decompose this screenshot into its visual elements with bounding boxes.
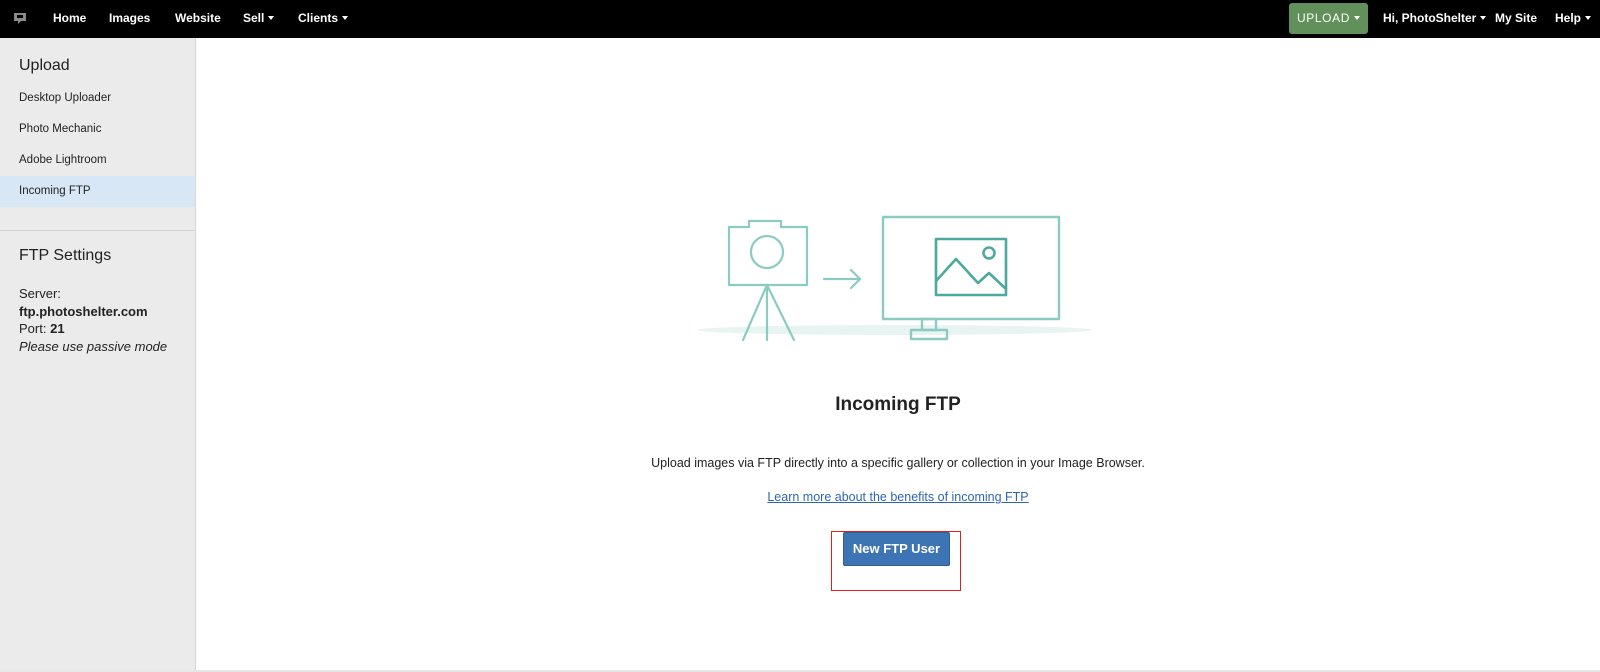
- upload-label: UPLOAD: [1297, 11, 1350, 25]
- user-menu[interactable]: Hi, PhotoShelter: [1383, 0, 1487, 38]
- nav-sell-label: Sell: [243, 11, 265, 25]
- sidebar-item-desktop-uploader[interactable]: Desktop Uploader: [0, 83, 195, 114]
- nav-home-label: Home: [53, 11, 87, 25]
- arrow-right-icon: [822, 268, 862, 290]
- help-label: Help: [1555, 11, 1582, 25]
- chevron-down-icon: [1353, 16, 1360, 20]
- learn-more-link[interactable]: Learn more about the benefits of incomin…: [767, 490, 1028, 504]
- nav-my-site[interactable]: My Site: [1495, 0, 1537, 38]
- image-icon: [934, 237, 1008, 297]
- passive-mode-note: Please use passive mode: [19, 338, 168, 354]
- photoshelter-logo-icon[interactable]: [13, 11, 27, 25]
- sidebar-item-incoming-ftp[interactable]: Incoming FTP: [0, 176, 195, 207]
- page-description: Upload images via FTP directly into a sp…: [651, 456, 1145, 470]
- nav-images[interactable]: Images: [109, 0, 150, 38]
- server-value: ftp.photoshelter.com: [19, 303, 148, 319]
- nav-home[interactable]: Home: [53, 0, 86, 38]
- nav-clients[interactable]: Clients: [298, 0, 349, 38]
- server-label: Server:: [19, 286, 61, 301]
- my-site-label: My Site: [1495, 11, 1538, 25]
- ftp-settings-info: Server: ftp.photoshelter.com Port: 21 Pl…: [19, 285, 167, 355]
- nav-website-label: Website: [175, 11, 221, 25]
- monitor-icon: [881, 215, 1061, 341]
- camera-to-monitor-illustration: [699, 215, 1092, 342]
- chevron-down-icon: [268, 16, 275, 20]
- sidebar-divider: [0, 230, 195, 231]
- nav-sell[interactable]: Sell: [243, 0, 275, 38]
- learn-more-container: Learn more about the benefits of incomin…: [196, 490, 1600, 504]
- sidebar-item-photo-mechanic[interactable]: Photo Mechanic: [0, 114, 195, 145]
- page-title: Incoming FTP: [835, 394, 961, 415]
- port-label: Port:: [19, 321, 47, 336]
- sidebar: Upload Desktop Uploader Photo Mechanic A…: [0, 38, 196, 670]
- nav-help[interactable]: Help: [1555, 0, 1592, 38]
- top-navigation-bar: Home Images Website Sell Clients UPLOAD …: [0, 0, 1600, 38]
- nav-clients-label: Clients: [298, 11, 339, 25]
- upload-heading: Upload: [19, 57, 70, 74]
- chevron-down-icon: [1585, 16, 1592, 20]
- nav-website[interactable]: Website: [175, 0, 221, 38]
- chevron-down-icon: [1480, 16, 1487, 20]
- upload-menu-button[interactable]: UPLOAD: [1289, 3, 1368, 34]
- new-ftp-user-button[interactable]: New FTP User: [843, 532, 950, 566]
- main-content: Incoming FTP Upload images via FTP direc…: [196, 38, 1600, 670]
- user-menu-label: Hi, PhotoShelter: [1383, 11, 1477, 25]
- chevron-down-icon: [342, 16, 349, 20]
- sidebar-item-adobe-lightroom[interactable]: Adobe Lightroom: [0, 145, 195, 176]
- ftp-settings-heading: FTP Settings: [19, 247, 112, 264]
- camera-tripod-icon: [727, 219, 809, 342]
- nav-images-label: Images: [109, 11, 151, 25]
- port-value: 21: [50, 321, 65, 336]
